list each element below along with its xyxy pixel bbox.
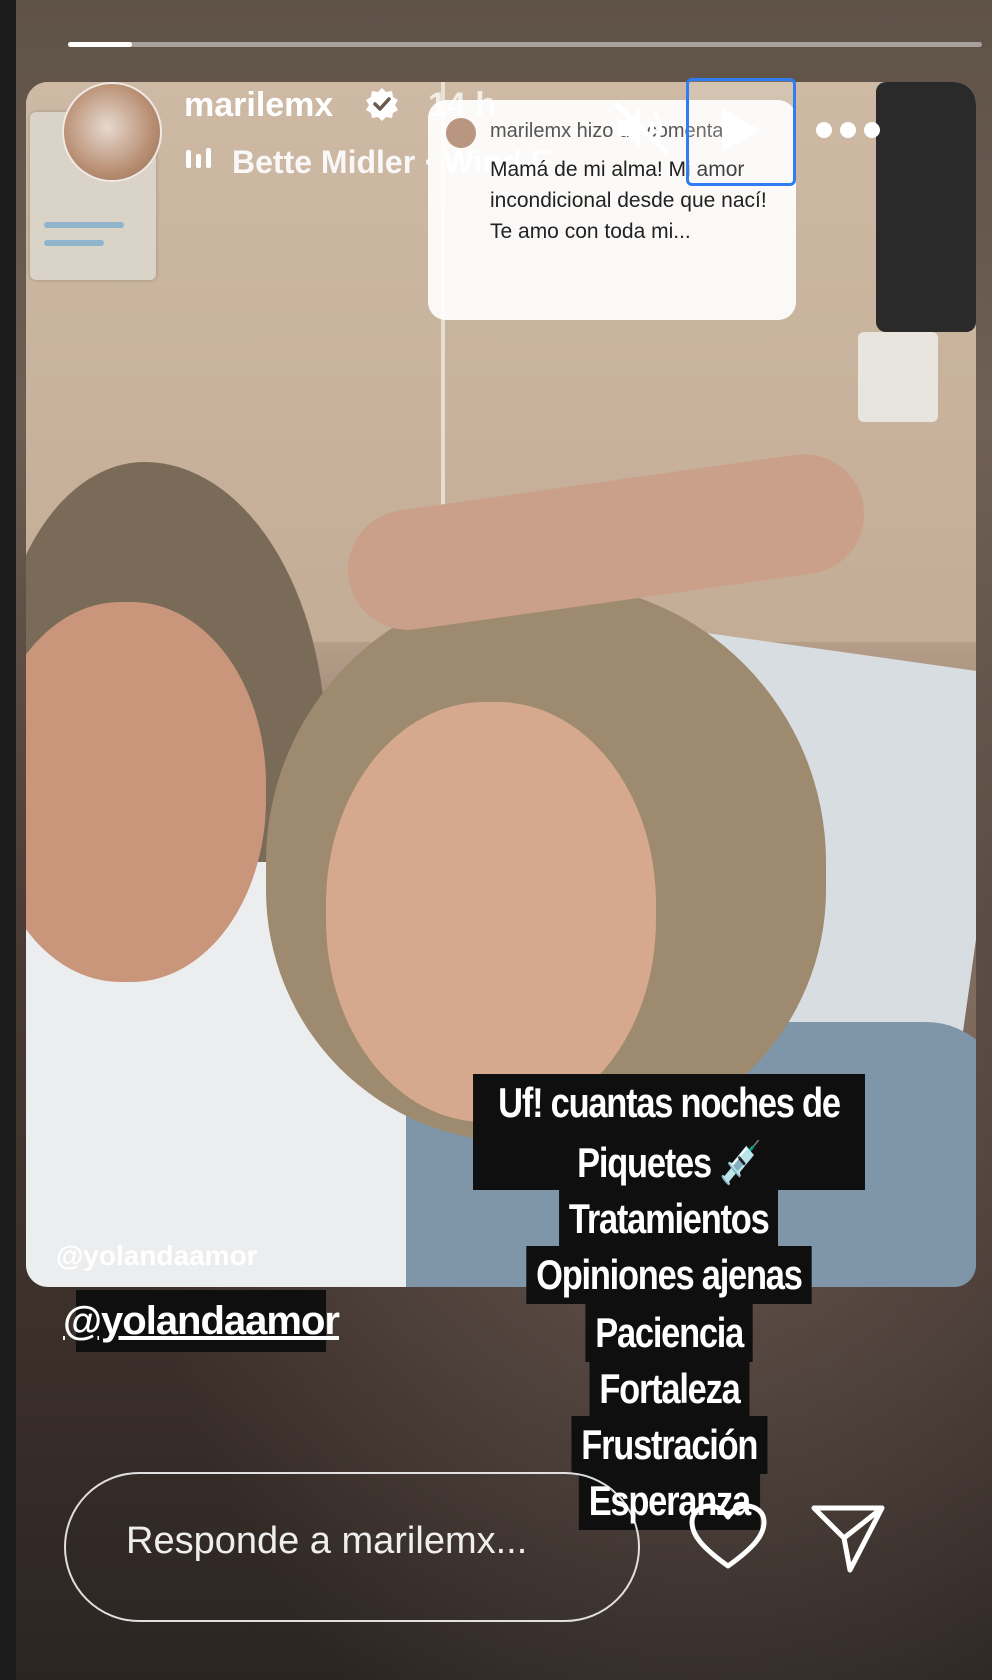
caption-line: Opiniones ajenas	[430, 1246, 908, 1304]
send-icon[interactable]	[810, 1502, 886, 1574]
caption-line: Piquetes 💉	[430, 1134, 908, 1192]
caption-line: Uf! cuantas noches de hospital	[430, 1074, 908, 1190]
medical-monitor	[876, 82, 976, 332]
person-right-face	[326, 702, 656, 1122]
reply-placeholder[interactable]: Responde a marilemx...	[126, 1520, 527, 1563]
play-icon[interactable]	[716, 104, 764, 156]
story-progress-bar	[68, 42, 982, 47]
avatar[interactable]	[62, 82, 162, 182]
more-dots-icon[interactable]	[814, 120, 882, 140]
story-progress-fill	[68, 42, 132, 47]
music-bars-icon	[186, 148, 211, 168]
left-edge	[0, 0, 16, 1680]
verified-badge-icon	[366, 88, 398, 121]
caption-line: Paciencia	[430, 1304, 908, 1362]
mention-label[interactable]: @yolandaamor	[56, 1240, 258, 1272]
caption-line: Frustración	[430, 1416, 908, 1474]
speaker-muted-icon[interactable]	[612, 100, 670, 156]
wall-outlet	[858, 332, 938, 422]
caption-line: Fortaleza	[430, 1360, 908, 1418]
username[interactable]: marilemx	[184, 86, 333, 125]
mention-sticker[interactable]: @yolandaamor	[63, 1290, 340, 1352]
heart-icon[interactable]	[688, 1502, 768, 1572]
comment-avatar	[446, 118, 476, 148]
caption-line: Tratamientos	[430, 1190, 908, 1248]
